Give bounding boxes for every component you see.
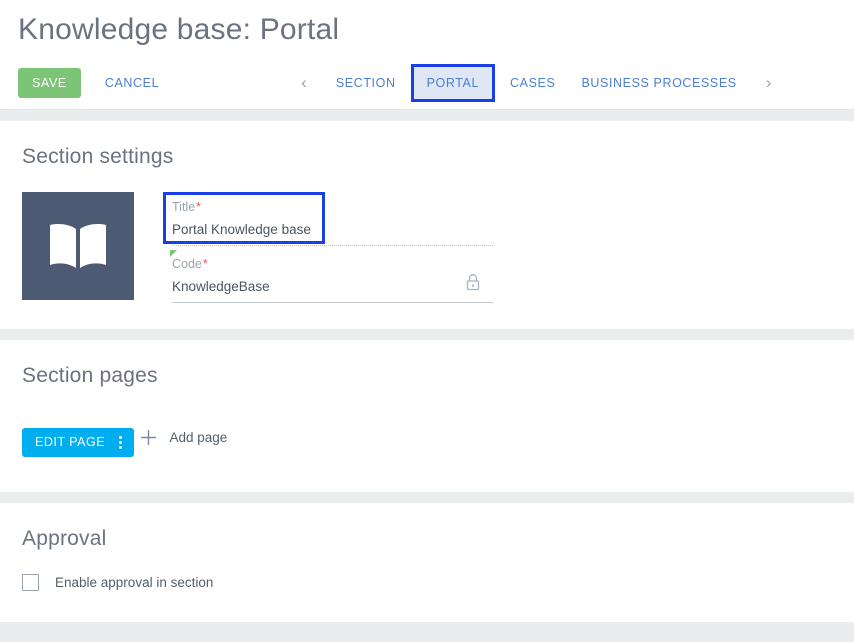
- title-field[interactable]: Title* Portal Knowledge base: [163, 192, 493, 246]
- tab-cases[interactable]: CASES: [497, 67, 568, 99]
- open-book-icon: [50, 224, 106, 268]
- tab-portal-highlight: PORTAL: [410, 63, 496, 102]
- save-button[interactable]: SAVE: [18, 67, 81, 98]
- section-approval: Approval Enable approval in section: [0, 503, 854, 623]
- code-field-label: Code*: [172, 255, 485, 273]
- section-pages-title: Section pages: [22, 364, 158, 387]
- lock-icon: [465, 273, 481, 296]
- edit-page-button[interactable]: EDIT PAGE: [22, 427, 135, 457]
- code-field-locked-marker-icon: [170, 250, 177, 257]
- add-page-label: Add page: [169, 430, 228, 445]
- page-title: Knowledge base: Portal: [18, 13, 340, 46]
- code-label-text: Code: [172, 257, 202, 271]
- code-required-marker: *: [202, 257, 208, 271]
- footer-band: [0, 622, 854, 642]
- section-settings: Section settings Title* Portal Knowledge…: [0, 121, 854, 329]
- section-divider-band-2: [0, 329, 854, 340]
- section-approval-body: Enable approval in section: [18, 551, 836, 596]
- tab-business-processes[interactable]: BUSINESS PROCESSES: [568, 67, 749, 99]
- toolbar: SAVE CANCEL ‹ SECTION PORTAL CASES BUSIN…: [0, 56, 854, 110]
- section-settings-row: Title* Portal Knowledge base Code* Knowl…: [18, 169, 836, 303]
- more-vertical-icon[interactable]: [116, 434, 125, 451]
- tab-portal[interactable]: PORTAL: [413, 66, 493, 99]
- section-divider-band: [0, 110, 854, 121]
- enable-approval-label: Enable approval in section: [55, 575, 214, 590]
- section-pages-body: EDIT PAGE Add page: [18, 388, 836, 457]
- section-divider-band-3: [0, 492, 854, 503]
- code-field-underline: [172, 302, 493, 303]
- plus-icon: [141, 430, 157, 445]
- enable-approval-checkbox[interactable]: [22, 574, 39, 591]
- add-page-button[interactable]: Add page: [138, 426, 229, 449]
- section-fields: Title* Portal Knowledge base Code* Knowl…: [163, 192, 836, 303]
- code-field-value: KnowledgeBase: [172, 279, 270, 294]
- edit-page-label: EDIT PAGE: [35, 435, 106, 449]
- title-label-text: Title: [172, 200, 196, 214]
- title-required-marker: *: [196, 200, 202, 214]
- tabs-next-arrow-icon[interactable]: ›: [750, 74, 788, 91]
- page-header: Knowledge base: Portal: [0, 0, 854, 56]
- tab-bar: ‹ SECTION PORTAL CASES BUSINESS PROCESSE…: [285, 63, 788, 102]
- enable-approval-row[interactable]: Enable approval in section: [22, 574, 213, 591]
- section-settings-title: Section settings: [22, 145, 174, 168]
- tabs-prev-arrow-icon[interactable]: ‹: [285, 74, 323, 91]
- code-field: Code* KnowledgeBase: [163, 246, 493, 303]
- tab-section[interactable]: SECTION: [323, 67, 409, 99]
- cancel-button[interactable]: CANCEL: [95, 68, 169, 98]
- section-image-button[interactable]: [22, 192, 134, 300]
- title-field-value[interactable]: Portal Knowledge base: [172, 216, 485, 242]
- title-field-label: Title*: [172, 198, 485, 216]
- section-approval-title: Approval: [22, 527, 107, 550]
- section-pages: Section pages EDIT PAGE Add page: [0, 340, 854, 492]
